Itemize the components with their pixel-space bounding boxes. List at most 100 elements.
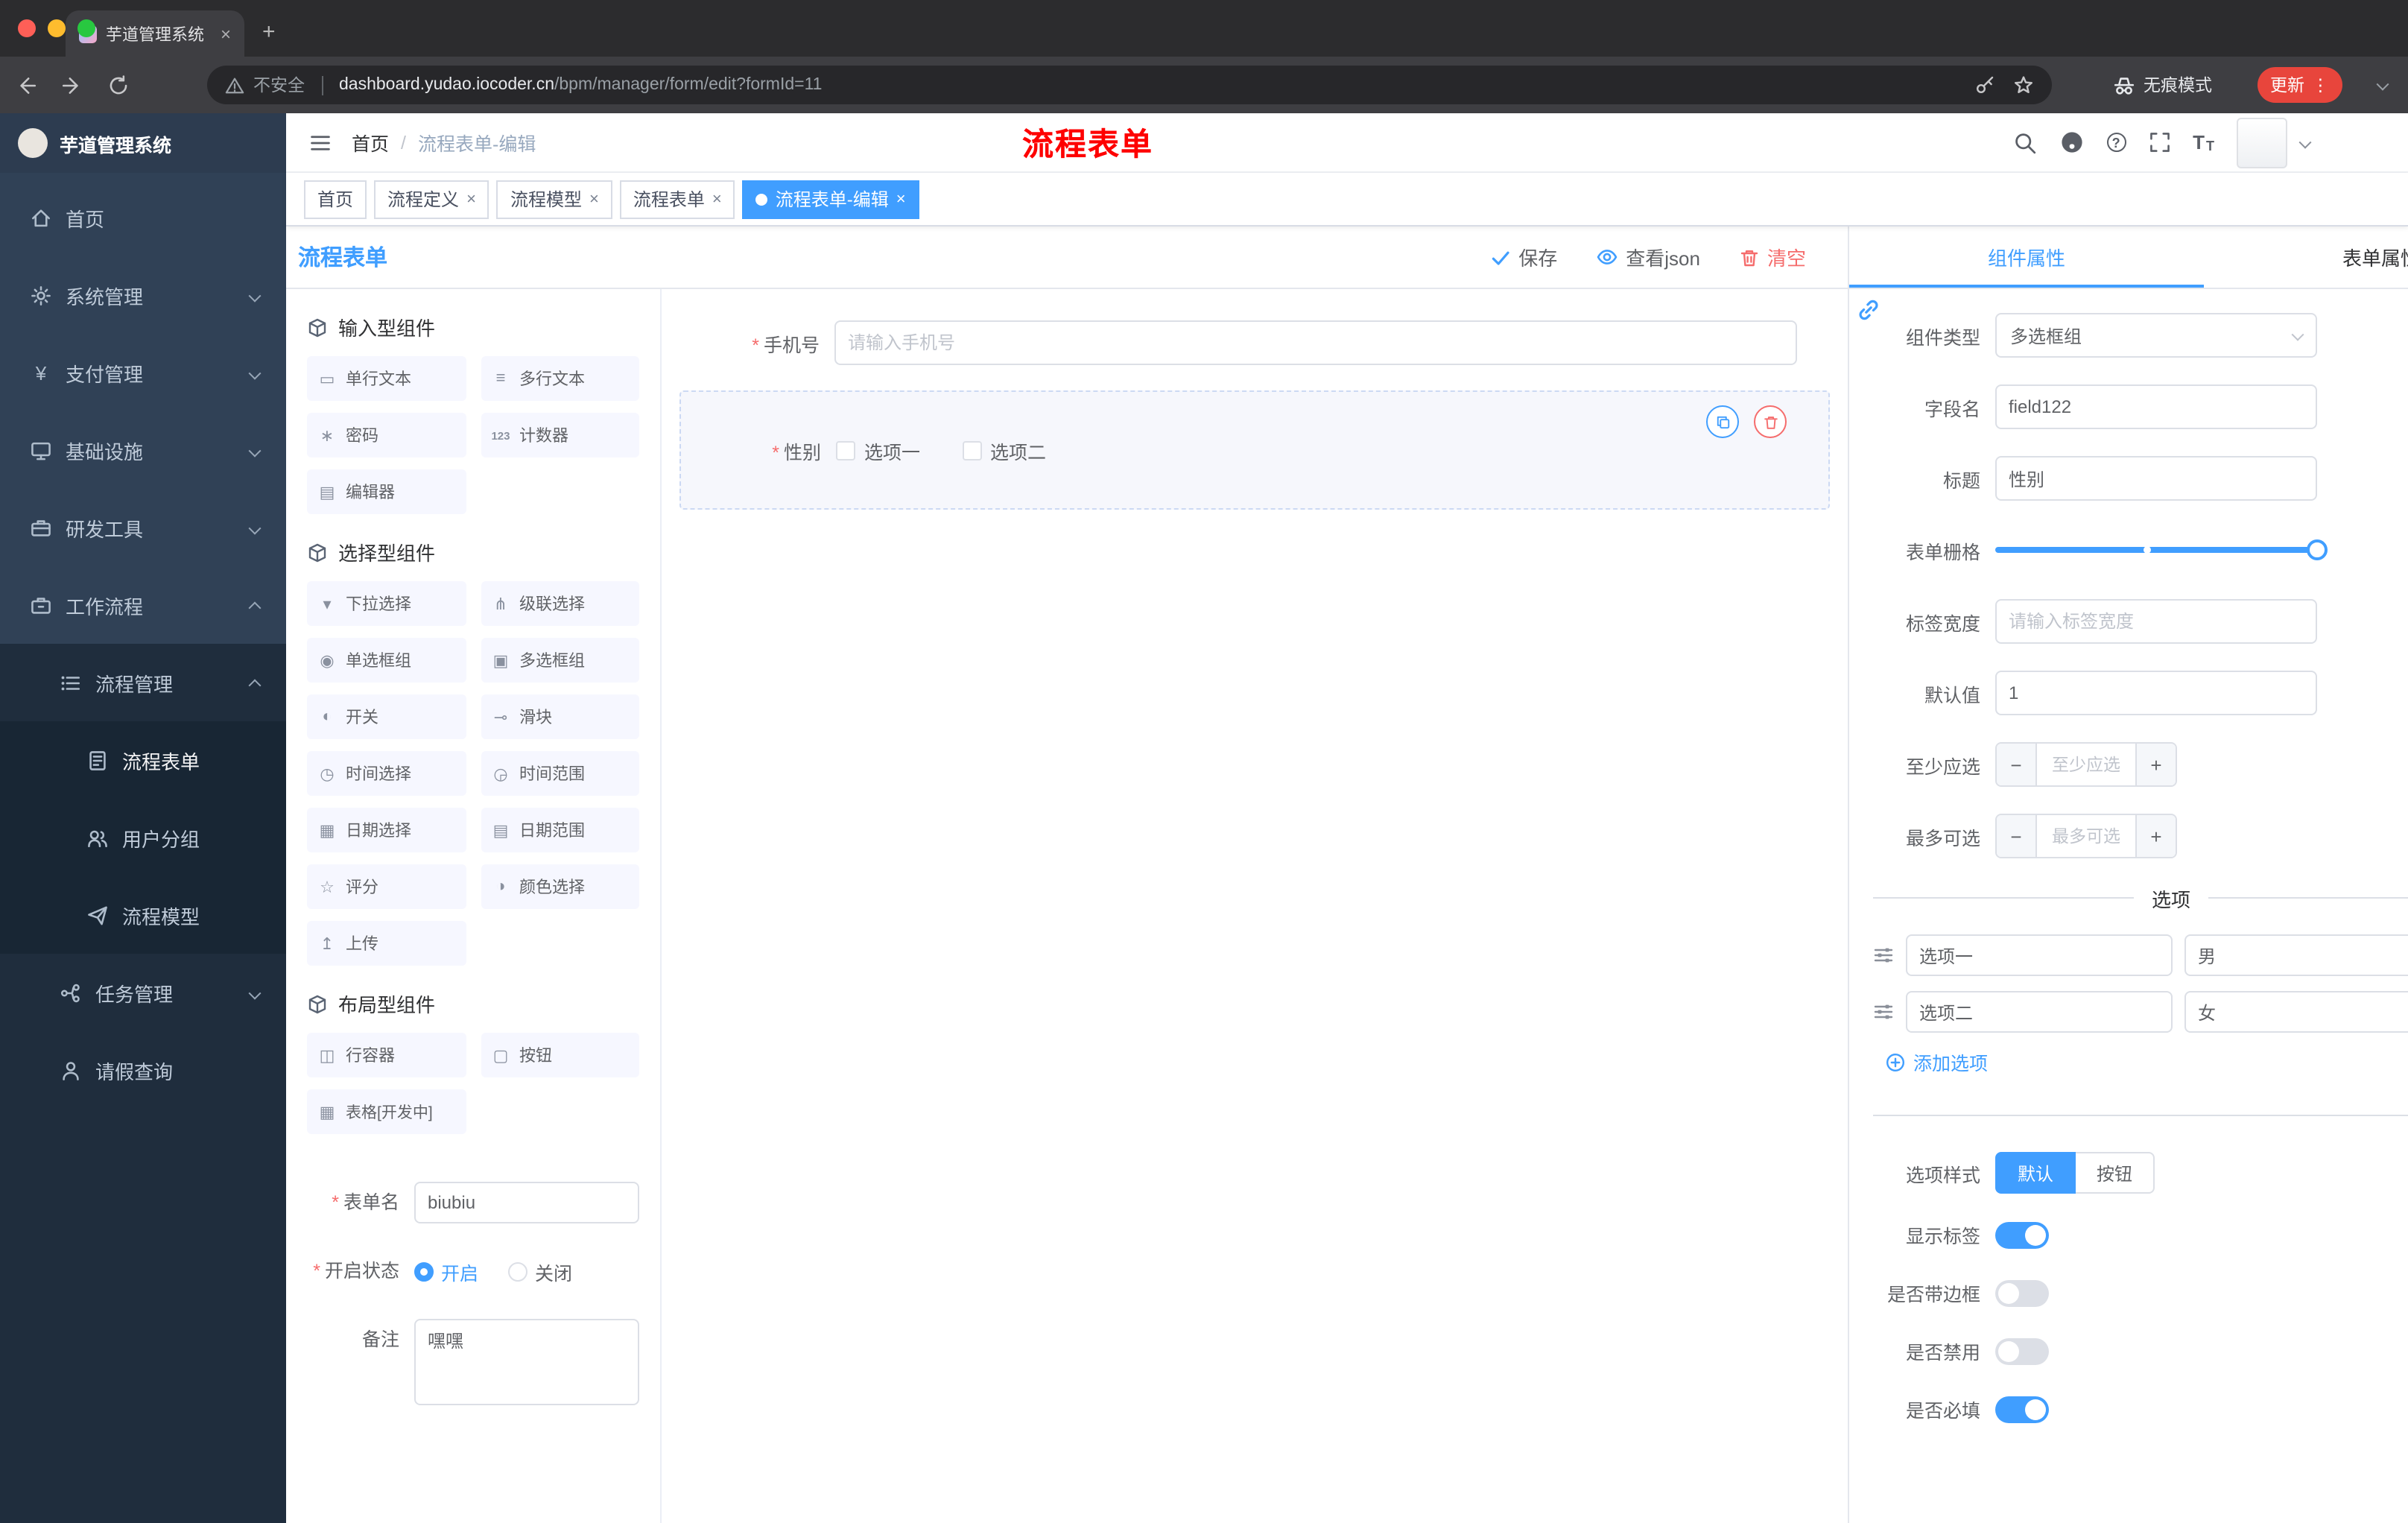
component-switch[interactable]: ◐ 开关: [307, 694, 466, 739]
browser-update-button[interactable]: 更新 ⋮: [2257, 67, 2342, 103]
avatar-caret-icon[interactable]: [2298, 132, 2312, 153]
sidebar-item-system[interactable]: 系统管理: [0, 256, 286, 334]
status-radio-off[interactable]: 关闭: [508, 1257, 572, 1285]
component-multi-line-text[interactable]: ≡ 多行文本: [481, 356, 639, 401]
add-option-button[interactable]: 添加选项: [1885, 1048, 2408, 1076]
sidebar-item-leave-query[interactable]: 请假查询: [0, 1031, 286, 1109]
clear-button[interactable]: 清空: [1739, 243, 1806, 271]
tab-component-props[interactable]: 组件属性: [1849, 227, 2204, 288]
window-close-button[interactable]: [18, 19, 36, 37]
sidebar-item-infrastructure[interactable]: 基础设施: [0, 411, 286, 489]
new-tab-button[interactable]: +: [262, 19, 276, 45]
github-icon[interactable]: [2059, 130, 2084, 155]
form-canvas[interactable]: 手机号 性别: [662, 289, 1848, 1523]
sidebar-item-process-model[interactable]: 流程模型: [0, 876, 286, 954]
sidebar-item-process-management[interactable]: 流程管理: [0, 644, 286, 721]
view-json-button[interactable]: 查看json: [1596, 243, 1700, 271]
component-single-line-text[interactable]: ▭ 单行文本: [307, 356, 466, 401]
sidebar-item-devtools[interactable]: 研发工具: [0, 489, 286, 566]
component-radio-group[interactable]: ◉ 单选框组: [307, 638, 466, 683]
component-time-range[interactable]: ◶ 时间范围: [481, 751, 639, 796]
component-button[interactable]: ▢ 按钮: [481, 1033, 639, 1077]
avatar[interactable]: [2237, 117, 2287, 168]
component-type-select[interactable]: 多选框组: [1995, 313, 2317, 358]
border-switch[interactable]: [1995, 1279, 2049, 1306]
default-value-input[interactable]: [1995, 671, 2317, 715]
component-table[interactable]: ▦ 表格[开发中]: [307, 1089, 466, 1134]
reload-icon[interactable]: [107, 74, 130, 96]
min-select-value[interactable]: 至少应选: [2035, 744, 2137, 785]
decrease-button[interactable]: −: [1997, 815, 2035, 857]
forward-icon[interactable]: [61, 74, 83, 96]
sidebar-item-process-form[interactable]: 流程表单: [0, 721, 286, 799]
drag-handle-icon[interactable]: [1873, 1001, 1894, 1022]
doc-link-icon[interactable]: [1857, 298, 1881, 322]
component-slider[interactable]: ⊸ 滑块: [481, 694, 639, 739]
option-label-input[interactable]: [1906, 991, 2173, 1033]
tag-close-icon[interactable]: ×: [712, 190, 722, 208]
phone-input[interactable]: [834, 320, 1797, 365]
show-label-switch[interactable]: [1995, 1221, 2049, 1248]
gender-option-2-checkbox[interactable]: 选项二: [962, 436, 1046, 464]
sidebar-item-payment[interactable]: ¥ 支付管理: [0, 334, 286, 411]
security-warning-icon[interactable]: [225, 75, 244, 95]
increase-button[interactable]: +: [2137, 815, 2176, 857]
component-color-picker[interactable]: ◑ 颜色选择: [481, 864, 639, 909]
font-size-icon[interactable]: TT: [2193, 131, 2214, 153]
sidebar-item-user-groups[interactable]: 用户分组: [0, 799, 286, 876]
tag-home[interactable]: 首页: [304, 180, 367, 218]
save-button[interactable]: 保存: [1490, 243, 1557, 271]
back-icon[interactable]: [15, 74, 37, 96]
component-dropdown[interactable]: ▾ 下拉选择: [307, 581, 466, 626]
increase-button[interactable]: +: [2137, 744, 2176, 785]
tag-process-model[interactable]: 流程模型 ×: [496, 180, 612, 218]
gender-field-selected[interactable]: 性别 选项一 选项二: [679, 390, 1830, 510]
tag-close-icon[interactable]: ×: [589, 190, 599, 208]
option-value-input[interactable]: [2184, 991, 2408, 1033]
style-default-button[interactable]: 默认: [1995, 1152, 2076, 1194]
status-radio-on[interactable]: 开启: [414, 1257, 478, 1285]
tab-form-props[interactable]: 表单属性: [2204, 227, 2408, 288]
style-button-button[interactable]: 按钮: [2076, 1152, 2155, 1194]
max-select-value[interactable]: 最多可选: [2035, 815, 2137, 857]
address-bar[interactable]: 不安全 dashboard.yudao.iocoder.cn/bpm/manag…: [207, 66, 2052, 104]
tag-close-icon[interactable]: ×: [896, 190, 906, 208]
window-minimize-button[interactable]: [48, 19, 66, 37]
sidebar-collapse-icon[interactable]: [308, 130, 332, 154]
component-date-range[interactable]: ▤ 日期范围: [481, 808, 639, 852]
sidebar-logo[interactable]: 芋道管理系统: [0, 113, 286, 173]
browser-caret-down-icon[interactable]: [2376, 75, 2389, 95]
search-icon[interactable]: [2012, 130, 2036, 154]
gender-option-1-checkbox[interactable]: 选项一: [836, 436, 920, 464]
bookmark-star-icon[interactable]: [2013, 75, 2034, 95]
tag-close-icon[interactable]: ×: [466, 190, 476, 208]
phone-field[interactable]: 手机号: [662, 304, 1848, 381]
grid-slider[interactable]: [1995, 528, 2328, 572]
component-checkbox-group[interactable]: ▣ 多选框组: [481, 638, 639, 683]
fullscreen-icon[interactable]: [2148, 131, 2170, 153]
option-value-input[interactable]: [2184, 934, 2408, 976]
component-editor[interactable]: ▤ 编辑器: [307, 469, 466, 514]
required-switch[interactable]: [1995, 1396, 2049, 1422]
breadcrumb-root[interactable]: 首页: [352, 128, 389, 156]
component-rate[interactable]: ☆ 评分: [307, 864, 466, 909]
tag-process-form-edit[interactable]: 流程表单-编辑 ×: [742, 180, 919, 218]
delete-component-button[interactable]: [1754, 405, 1787, 438]
disabled-switch[interactable]: [1995, 1337, 2049, 1364]
component-date-picker[interactable]: ▦ 日期选择: [307, 808, 466, 852]
sidebar-item-task-management[interactable]: 任务管理: [0, 954, 286, 1031]
label-width-input[interactable]: [1995, 599, 2317, 644]
option-label-input[interactable]: [1906, 934, 2173, 976]
component-password[interactable]: ∗ 密码: [307, 413, 466, 457]
help-icon[interactable]: ?: [2106, 133, 2126, 152]
component-upload[interactable]: ↥ 上传: [307, 921, 466, 966]
slider-handle[interactable]: [2307, 539, 2328, 560]
title-input[interactable]: [1995, 456, 2317, 501]
component-time-picker[interactable]: ◷ 时间选择: [307, 751, 466, 796]
component-cascader[interactable]: ⋔ 级联选择: [481, 581, 639, 626]
password-key-icon[interactable]: [1974, 75, 1995, 95]
form-name-input[interactable]: [414, 1182, 639, 1223]
decrease-button[interactable]: −: [1997, 744, 2035, 785]
drag-handle-icon[interactable]: [1873, 945, 1894, 966]
sidebar-item-home[interactable]: 首页: [0, 179, 286, 256]
